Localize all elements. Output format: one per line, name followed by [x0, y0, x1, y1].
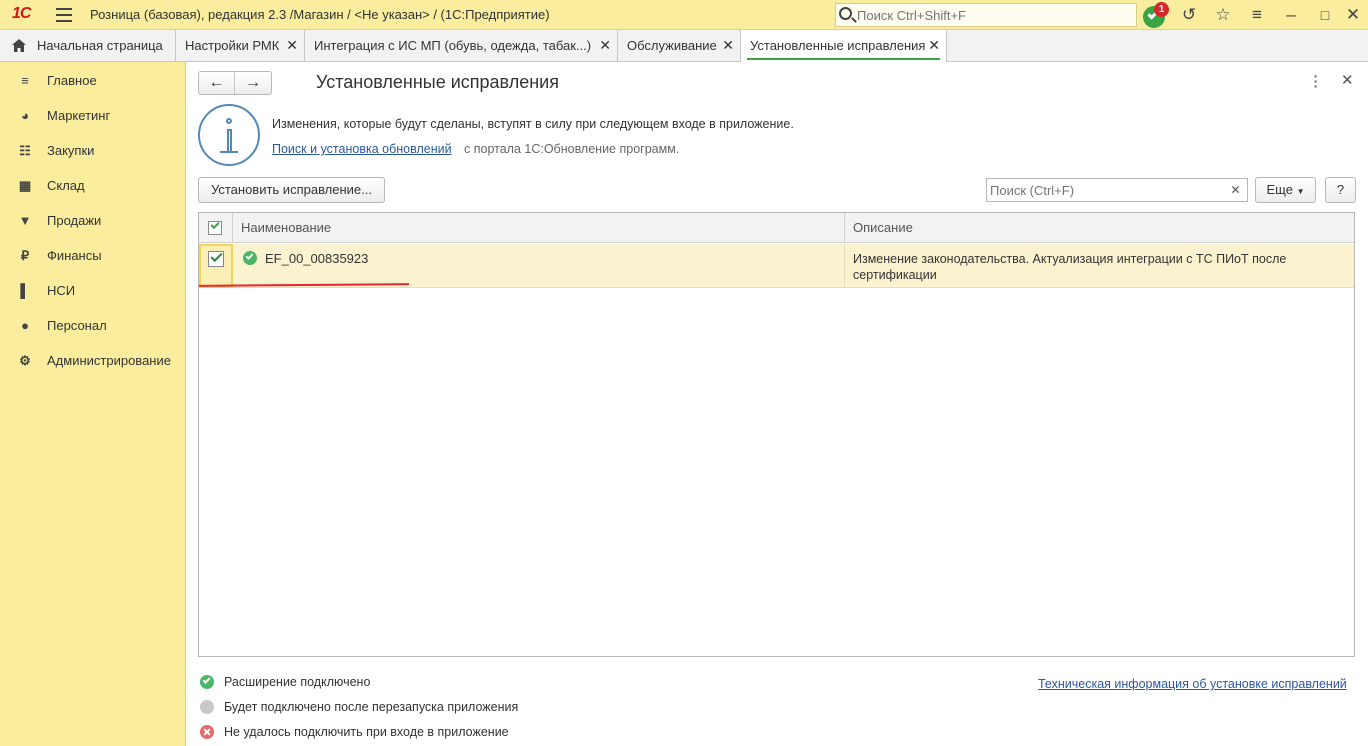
- tab-home[interactable]: Начальная страница: [0, 30, 176, 62]
- failed-status-icon: [200, 725, 214, 739]
- history-icon[interactable]: ↺: [1178, 4, 1200, 26]
- close-tab-icon[interactable]: ✕: [722, 30, 734, 61]
- help-button[interactable]: ?: [1325, 177, 1356, 203]
- select-all-checkbox-icon[interactable]: [208, 219, 222, 235]
- sidebar-item-nsi[interactable]: ▌ НСИ: [0, 273, 185, 308]
- warehouse-icon: ▦: [18, 178, 32, 193]
- app-logo: 1С: [12, 5, 31, 22]
- app-title: Розница (базовая), редакция 2.3 /Магазин…: [90, 7, 550, 22]
- ruble-icon: ₽: [20, 248, 30, 263]
- updates-link[interactable]: Поиск и установка обновлений: [272, 142, 452, 156]
- star-icon[interactable]: ☆: [1212, 4, 1234, 26]
- tab-label: Начальная страница: [37, 38, 163, 53]
- cart-icon: ☷: [19, 143, 31, 158]
- clear-search-icon[interactable]: ✕: [1224, 178, 1248, 202]
- back-arrow-icon[interactable]: ←: [199, 72, 235, 94]
- settings-menu-icon[interactable]: ≡: [1246, 4, 1268, 26]
- more-actions-icon[interactable]: · · ·: [1312, 69, 1320, 93]
- sidebar-item-personnel[interactable]: ● Персонал: [0, 308, 185, 343]
- tab-rmk-settings[interactable]: Настройки РМК ✕: [176, 30, 305, 62]
- install-fix-button[interactable]: Установить исправление...: [198, 177, 385, 203]
- tab-maintenance[interactable]: Обслуживание ✕: [618, 30, 741, 62]
- close-tab-icon[interactable]: ✕: [286, 30, 298, 61]
- connected-status-icon: [243, 251, 257, 265]
- info-message: Изменения, которые будут сделаны, вступя…: [272, 117, 794, 131]
- forward-arrow-icon[interactable]: →: [235, 72, 271, 94]
- minimize-icon[interactable]: –: [1280, 4, 1302, 26]
- tab-label: Настройки РМК: [185, 38, 280, 53]
- info-icon: [198, 104, 260, 166]
- notifications-button[interactable]: 1: [1143, 2, 1169, 28]
- shopping-basket-icon: ▼: [18, 213, 32, 228]
- table-search-input[interactable]: [990, 181, 1220, 199]
- pending-status-icon: [200, 700, 214, 714]
- global-search[interactable]: [835, 3, 1137, 27]
- gear-icon: ⚙: [19, 353, 31, 368]
- close-window-icon[interactable]: ✕: [1342, 4, 1364, 26]
- tech-info-link[interactable]: Техническая информация об установке испр…: [1038, 677, 1347, 691]
- row-checkbox[interactable]: [208, 249, 224, 267]
- sidebar-item-marketing[interactable]: ◕ Маркетинг: [0, 98, 185, 133]
- main-content: ← → Установленные исправления · · · ✕ Изме…: [186, 62, 1368, 746]
- sidebar: ≡ Главное ◕ Маркетинг ☷ Закупки ▦ Склад …: [0, 62, 186, 746]
- maximize-icon[interactable]: □: [1314, 4, 1336, 26]
- close-tab-icon[interactable]: ✕: [599, 30, 611, 61]
- row-checkbox-cell[interactable]: [199, 244, 233, 288]
- book-icon: ▌: [20, 283, 30, 298]
- fix-description: Изменение законодательства. Актуализация…: [853, 252, 1287, 282]
- tab-installed-fixes[interactable]: Установленные исправления ✕: [741, 30, 947, 62]
- title-bar: 1С Розница (базовая), редакция 2.3 /Мага…: [0, 0, 1368, 30]
- table-row[interactable]: EF_00_00835923 Изменение законодательств…: [199, 244, 1354, 288]
- menu-icon: ≡: [21, 73, 29, 88]
- sidebar-item-warehouse[interactable]: ▦ Склад: [0, 168, 185, 203]
- search-icon: [839, 7, 852, 20]
- dropdown-arrow-icon: ▼: [1296, 187, 1305, 196]
- nav-buttons: ← →: [198, 71, 272, 95]
- tab-bar: Начальная страница Настройки РМК ✕ Интег…: [0, 30, 1368, 62]
- sidebar-item-finance[interactable]: ₽ Финансы: [0, 238, 185, 273]
- column-header-name[interactable]: Наименование: [233, 213, 845, 243]
- tab-label: Установленные исправления: [750, 38, 926, 53]
- global-search-input[interactable]: [857, 6, 1127, 24]
- close-tab-icon[interactable]: ✕: [928, 30, 940, 61]
- tab-label: Интеграция с ИС МП (обувь, одежда, табак…: [314, 38, 592, 53]
- main-menu-icon[interactable]: [56, 8, 72, 22]
- connected-status-icon: [200, 675, 214, 689]
- sidebar-item-sales[interactable]: ▼ Продажи: [0, 203, 185, 238]
- tab-label: Обслуживание: [627, 38, 717, 53]
- more-button[interactable]: Еще ▼: [1255, 177, 1316, 203]
- pie-chart-icon: ◕: [21, 108, 29, 123]
- table-header: Наименование Описание: [199, 213, 1354, 243]
- sidebar-item-main[interactable]: ≡ Главное: [0, 63, 185, 98]
- page-title: Установленные исправления: [316, 72, 559, 92]
- fix-name: EF_00_00835923: [265, 251, 369, 266]
- home-icon: [12, 39, 26, 52]
- notification-badge: 1: [1154, 2, 1169, 17]
- person-icon: ●: [21, 318, 29, 333]
- sidebar-item-administration[interactable]: ⚙ Администрирование: [0, 343, 185, 378]
- column-header-description[interactable]: Описание: [845, 213, 1354, 243]
- table-search[interactable]: [986, 178, 1234, 202]
- close-form-icon[interactable]: ✕: [1341, 71, 1354, 89]
- tab-is-mp-integration[interactable]: Интеграция с ИС МП (обувь, одежда, табак…: [305, 30, 618, 62]
- sidebar-item-purchases[interactable]: ☷ Закупки: [0, 133, 185, 168]
- select-all-column[interactable]: [199, 213, 233, 243]
- info-suffix: с портала 1С:Обновление программ.: [464, 142, 680, 156]
- fixes-table: Наименование Описание EF_00_00835923 Изм…: [198, 212, 1355, 657]
